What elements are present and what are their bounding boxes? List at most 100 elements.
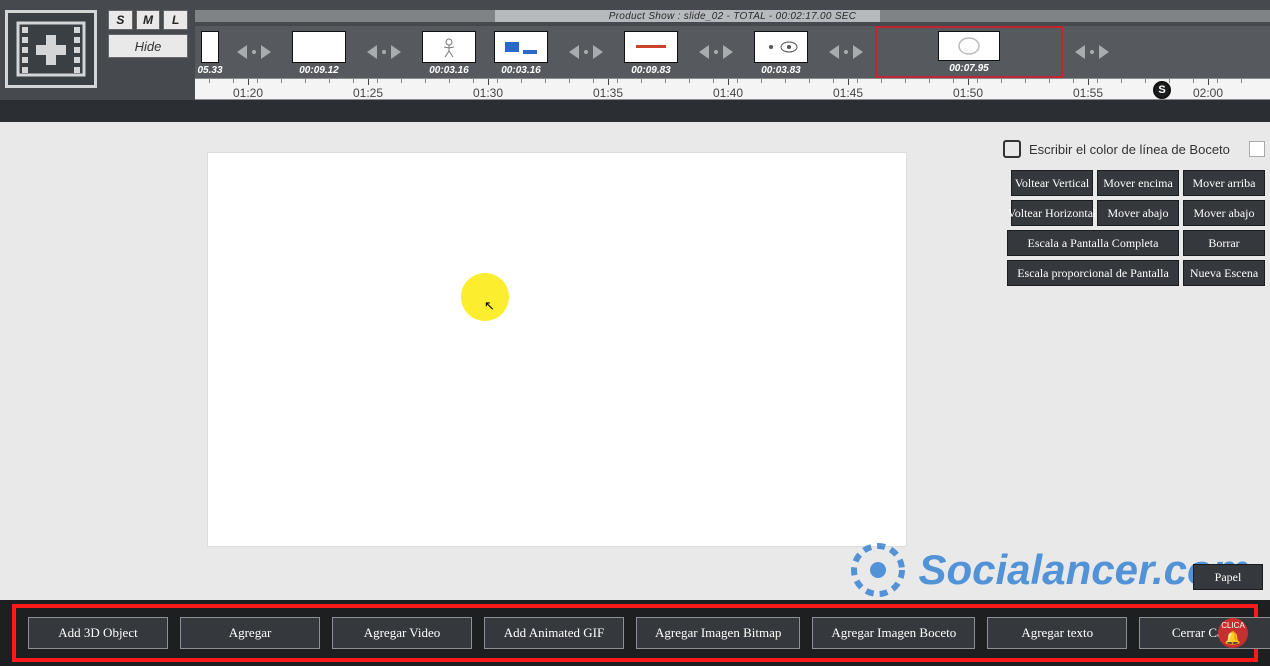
ruler-minor-tick (929, 79, 930, 83)
size-small-button[interactable]: S (108, 10, 133, 30)
clip-item[interactable]: 00:09.83 (615, 26, 687, 78)
transition-icon[interactable] (687, 26, 745, 78)
circle-sketch-icon (951, 35, 987, 57)
ruler-minor-tick (785, 79, 786, 83)
move-up-button[interactable]: Mover arriba (1183, 170, 1265, 196)
transition-icon[interactable] (817, 26, 875, 78)
add-video-button[interactable]: Agregar Video (332, 617, 472, 649)
figure-icon (437, 37, 461, 57)
cursor-arrow-icon: ↖ (484, 298, 495, 314)
clip-duration: 00:07.95 (949, 63, 988, 74)
clip-item[interactable]: 00:03.83 (745, 26, 817, 78)
add-bitmap-image-button[interactable]: Agregar Imagen Bitmap (636, 617, 800, 649)
clip-item[interactable]: 05.33 (195, 26, 225, 78)
ruler-minor-tick (713, 79, 714, 83)
add-button[interactable]: Agregar (180, 617, 320, 649)
timeline-panel: S M L Hide Product Show : slide_02 - TOT… (0, 0, 1270, 100)
ruler-minor-tick (1073, 79, 1074, 83)
ruler-minor-tick (257, 79, 258, 83)
flip-horizontal-button[interactable]: Voltear Horizontal (1011, 200, 1093, 226)
canvas-stage[interactable]: ↖ (207, 152, 907, 547)
new-scene-button[interactable]: Nueva Escena (1183, 260, 1265, 286)
watermark-logo-icon (848, 540, 908, 600)
clip-item-selected[interactable]: 00:07.95 (875, 26, 1063, 78)
ruler-minor-tick (1217, 79, 1218, 83)
ruler-tick: 01:20 (233, 79, 263, 99)
clip-item[interactable]: 00:03.16 (485, 26, 557, 78)
ruler-minor-tick (593, 79, 594, 83)
transition-icon[interactable] (225, 26, 283, 78)
close-canvas-button[interactable]: Cerrar Canvas (1139, 617, 1270, 649)
move-over-button[interactable]: Mover encima (1097, 170, 1179, 196)
delete-button[interactable]: Borrar (1183, 230, 1265, 256)
ruler-minor-tick (953, 79, 954, 83)
ruler-tick: 02:00 (1193, 79, 1223, 99)
size-large-button[interactable]: L (163, 10, 188, 30)
badge-label: CLICA (1221, 621, 1245, 630)
move-down-button-2[interactable]: Mover abajo (1183, 200, 1265, 226)
transition-icon[interactable] (355, 26, 413, 78)
ruler-minor-tick (329, 79, 330, 83)
flip-vertical-button[interactable]: Voltear Vertical (1011, 170, 1093, 196)
clip-duration: 00:03.16 (501, 65, 540, 76)
ruler-minor-tick (473, 79, 474, 83)
move-down-button[interactable]: Mover abajo (1097, 200, 1179, 226)
add-sketch-image-button[interactable]: Agregar Imagen Boceto (812, 617, 975, 649)
time-ruler[interactable]: 01:20 01:25 01:30 01:35 01:40 01:45 01:5… (195, 78, 1270, 100)
product-icon (501, 36, 541, 58)
ruler-minor-tick (1121, 79, 1122, 83)
transition-icon[interactable] (1063, 26, 1121, 78)
sketch-color-row: Escribir el color de línea de Boceto (1003, 140, 1265, 158)
scale-full-button[interactable]: Escala a Pantalla Completa (1007, 230, 1179, 256)
eye-icon (761, 37, 801, 57)
ruler-minor-tick (1097, 79, 1098, 83)
ruler-minor-tick (545, 79, 546, 83)
ruler-minor-tick (905, 79, 906, 83)
ruler-tick: 01:55 (1073, 79, 1103, 99)
clip-duration: 05.33 (197, 65, 222, 76)
ruler-minor-tick (857, 79, 858, 83)
add-3d-object-button[interactable]: Add 3D Object (28, 617, 168, 649)
ruler-minor-tick (737, 79, 738, 83)
add-media-button[interactable] (5, 10, 97, 88)
ruler-minor-tick (353, 79, 354, 83)
hide-timeline-button[interactable]: Hide (108, 34, 188, 58)
watermark: Socialancer.com (848, 540, 1250, 600)
ruler-minor-tick (617, 79, 618, 83)
toolbar-divider (0, 100, 1270, 122)
main-workspace: ↖ Escribir el color de línea de Boceto V… (0, 122, 1270, 600)
transition-icon[interactable] (557, 26, 615, 78)
scale-proportional-button[interactable]: Escala proporcional de Pantalla (1007, 260, 1179, 286)
text-line-icon (634, 42, 668, 52)
ruler-tick: 01:30 (473, 79, 503, 99)
ruler-tick: 01:50 (953, 79, 983, 99)
ruler-minor-tick (1193, 79, 1194, 83)
ruler-minor-tick (233, 79, 234, 83)
project-title-text: Product Show : slide_02 - TOTAL - 00:02:… (609, 11, 857, 22)
ruler-tick: 01:45 (833, 79, 863, 99)
ruler-minor-tick (305, 79, 306, 83)
ruler-minor-tick (1145, 79, 1146, 83)
playhead-scrubber[interactable]: S (1153, 81, 1171, 99)
right-controls: Escribir el color de línea de Boceto Vol… (1003, 140, 1265, 286)
sketch-color-swatch[interactable] (1249, 141, 1265, 157)
ruler-tick: 01:40 (713, 79, 743, 99)
view-size-controls: S M L Hide (108, 10, 188, 58)
clip-duration: 00:09.12 (299, 65, 338, 76)
ruler-minor-tick (761, 79, 762, 83)
add-text-button[interactable]: Agregar texto (987, 617, 1127, 649)
size-medium-button[interactable]: M (136, 10, 161, 30)
clip-item[interactable]: 00:03.16 (413, 26, 485, 78)
paper-button[interactable]: Papel (1193, 564, 1263, 590)
clip-duration: 00:03.83 (761, 65, 800, 76)
ruler-minor-tick (977, 79, 978, 83)
ruler-minor-tick (1169, 79, 1170, 83)
clip-duration: 00:03.16 (429, 65, 468, 76)
clip-item[interactable]: 00:09.12 (283, 26, 355, 78)
ruler-minor-tick (1241, 79, 1242, 83)
notification-badge[interactable]: CLICA 🔔 (1218, 618, 1248, 648)
sketch-color-checkbox[interactable] (1003, 140, 1021, 158)
add-animated-gif-button[interactable]: Add Animated GIF (484, 617, 624, 649)
clip-strip[interactable]: 05.33 00:09.12 00:03.16 00:03.16 (195, 26, 1270, 78)
ruler-minor-tick (881, 79, 882, 83)
